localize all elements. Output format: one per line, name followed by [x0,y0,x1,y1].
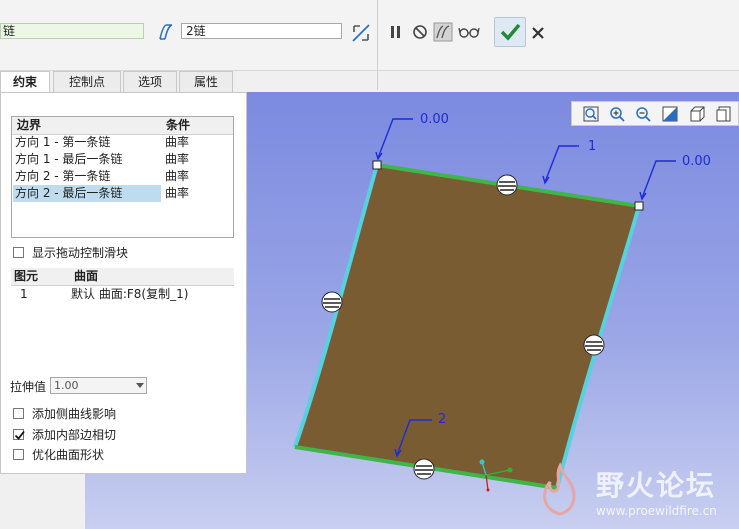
zoom-in-icon[interactable] [608,105,626,123]
callout-label-top: 1 [588,139,597,154]
condition-column-header[interactable]: 条件 [166,117,190,134]
boundary-table[interactable]: 边界 条件 方向 1 - 第一条链 曲率 方向 1 - 最后一条链 曲率 方向 … [11,116,234,238]
curvature-condition-handle[interactable] [496,174,518,196]
boundary-cell: 方向 2 - 最后一条链 [15,186,123,200]
optimize-surface-shape-label: 优化曲面形状 [32,448,105,462]
surface-cell[interactable]: 默认 曲面:F8(复制_1) [71,286,188,303]
callout-label-bottom: 2 [438,412,447,427]
curvature-condition-handle[interactable] [413,458,435,480]
refit-icon[interactable] [582,105,600,123]
show-drag-handles-label: 显示拖动控制滑块 [32,246,129,260]
optimize-surface-shape-checkbox[interactable] [13,449,24,460]
stretch-value: 1.00 [54,379,79,392]
corner-handle[interactable] [634,201,644,211]
add-inner-edge-tangency-checkbox[interactable] [13,429,25,440]
checkmark-icon [14,430,25,440]
watermark-title: 野火论坛 [596,469,717,502]
corner-handle[interactable] [372,160,382,170]
table-row[interactable]: 方向 1 - 第一条链 曲率 [13,134,233,151]
element-column-header[interactable]: 图元 [14,268,38,285]
condition-cell[interactable]: 曲率 [165,151,189,168]
curvature-condition-handle[interactable] [583,334,605,356]
callout-label-right: 0.00 [682,154,711,169]
boundary-column-header[interactable]: 边界 [17,117,41,134]
element-id-cell: 1 [20,287,28,301]
condition-cell[interactable]: 曲率 [165,134,189,151]
add-side-curve-influence-checkbox[interactable] [13,408,24,419]
show-drag-handles-checkbox[interactable] [13,247,24,258]
watermark-url: www.proewildfire.cn [596,504,717,518]
display-style-icon[interactable] [688,105,706,123]
add-side-curve-influence-label: 添加侧曲线影响 [32,407,117,421]
condition-cell-wrapper[interactable]: 曲率 [161,185,233,202]
element-table[interactable]: 图元 曲面 1 默认 曲面:F8(复制_1) [11,268,234,304]
condition-cell[interactable]: 曲率 [165,185,189,202]
view-toolbar [571,101,739,126]
stretch-value-dropdown[interactable]: 1.00 [50,377,147,394]
table-row[interactable]: 方向 1 - 最后一条链 曲率 [13,151,233,168]
surface-column-header[interactable]: 曲面 [74,268,98,285]
boundary-cell: 方向 1 - 最后一条链 [15,152,123,166]
boundary-cell: 方向 1 - 第一条链 [15,135,111,149]
zoom-out-icon[interactable] [634,105,652,123]
curvature-condition-handle[interactable] [321,291,343,313]
condition-cell[interactable]: 曲率 [165,168,189,185]
table-row-selected[interactable]: 方向 2 - 最后一条链 [13,185,161,202]
saved-views-icon[interactable] [715,105,733,123]
repaint-icon[interactable] [661,105,679,123]
table-row[interactable]: 1 默认 曲面:F8(复制_1) [12,286,232,303]
stretch-value-label: 拉伸值 [10,380,47,394]
add-inner-edge-tangency-label: 添加内部边相切 [32,428,117,442]
boundary-surface[interactable] [295,165,639,488]
flame-logo-icon [543,462,576,516]
callout-label-top-left: 0.00 [420,112,449,127]
table-row[interactable]: 方向 2 - 第一条链 曲率 [13,168,233,185]
boundary-cell: 方向 2 - 第一条链 [15,169,111,183]
watermark: 野火论坛 www.proewildfire.cn [528,460,739,529]
chevron-down-icon [136,383,144,388]
